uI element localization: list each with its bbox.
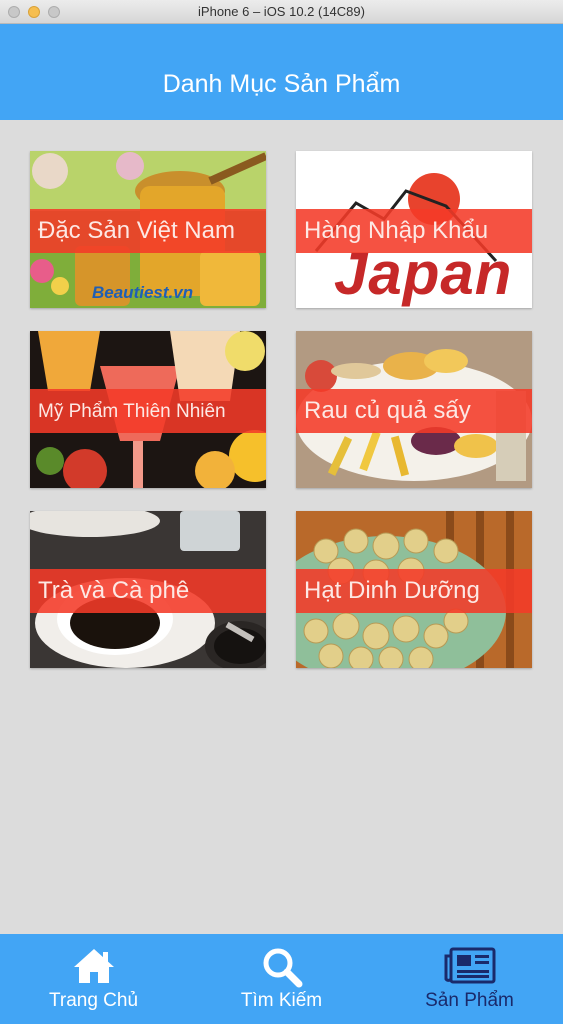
tab-label: Trang Chủ bbox=[48, 990, 139, 1011]
newspaper-icon bbox=[444, 947, 495, 984]
category-tile-hang-nhap-khau[interactable]: Japan Hàng Nhập Khẩu bbox=[296, 151, 532, 308]
tile-label: Đặc Sản Việt Nam bbox=[38, 217, 235, 244]
search-icon bbox=[263, 948, 302, 988]
window-title: iPhone 6 – iOS 10.2 (14C89) bbox=[198, 4, 365, 19]
tab-tim-kiem[interactable]: Tìm Kiếm bbox=[188, 934, 375, 1024]
tab-trang-chu[interactable]: Trang Chủ bbox=[0, 934, 187, 1024]
tile-label: Hạt Dinh Dưỡng bbox=[304, 577, 480, 604]
tab-label: Tìm Kiếm bbox=[240, 990, 323, 1011]
category-tile-tra-ca-phe[interactable]: Trà và Cà phê bbox=[30, 511, 266, 668]
category-tile-hat-dinh-duong[interactable]: Hạt Dinh Dưỡng bbox=[296, 511, 532, 668]
tab-label: Sản Phẩm bbox=[425, 990, 514, 1011]
category-tile-my-pham[interactable]: Mỹ Phẩm Thiên Nhiên bbox=[30, 331, 266, 488]
simulator-title-bar: iPhone 6 – iOS 10.2 (14C89) bbox=[0, 0, 563, 24]
watermark-text: Beautiest.vn bbox=[92, 283, 194, 302]
tab-bar: Trang Chủ Tìm Kiếm Sản Phẩm bbox=[0, 934, 563, 1024]
category-tile-rau-cu-qua-say[interactable]: Rau củ quả sấy bbox=[296, 331, 532, 488]
tile-label: Trà và Cà phê bbox=[38, 577, 190, 604]
home-icon bbox=[73, 949, 114, 983]
navigation-bar: Danh Mục Sản Phẩm bbox=[0, 24, 563, 120]
tile-label: Mỹ Phẩm Thiên Nhiên bbox=[38, 401, 226, 422]
tile-label: Rau củ quả sấy bbox=[304, 397, 471, 424]
tile-label: Hàng Nhập Khẩu bbox=[304, 217, 489, 244]
category-tile-dac-san[interactable]: Đặc Sản Việt Nam Beautiest.vn bbox=[30, 151, 266, 308]
page-title: Danh Mục Sản Phẩm bbox=[162, 70, 401, 98]
tab-san-pham[interactable]: Sản Phẩm bbox=[376, 934, 563, 1024]
